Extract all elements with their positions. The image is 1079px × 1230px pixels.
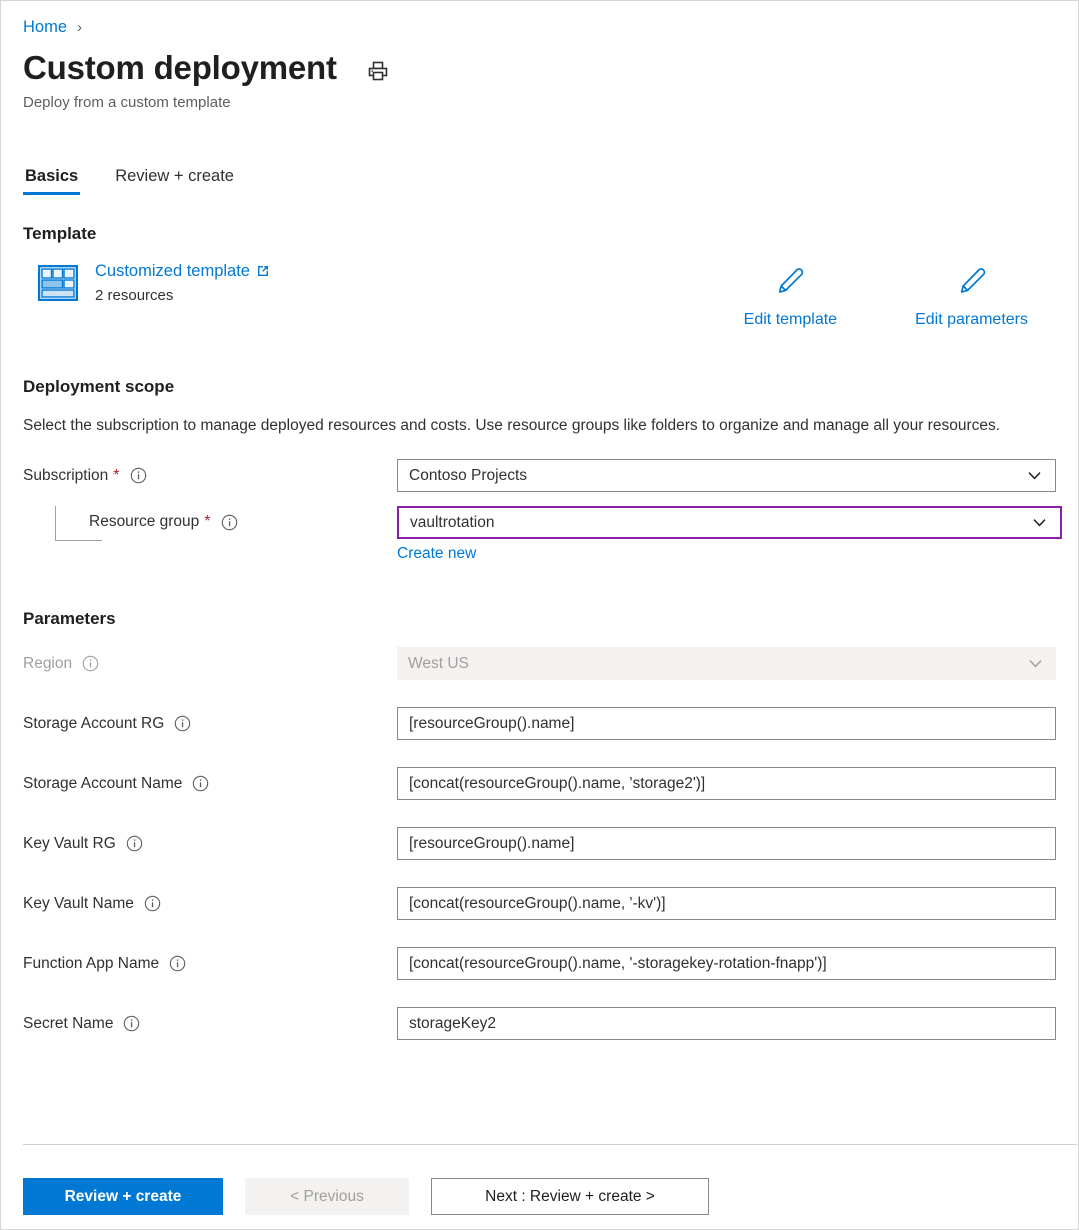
section-heading-parameters: Parameters: [23, 609, 1056, 629]
parameter-row-region: Region West US: [23, 647, 1056, 680]
storage-account-rg-input[interactable]: [resourceGroup().name]: [397, 707, 1056, 740]
secret-name-label-group: Secret Name: [23, 1015, 397, 1033]
info-icon[interactable]: [126, 835, 143, 852]
key-vault-name-label-group: Key Vault Name: [23, 895, 397, 913]
template-row: Customized template 2 resources: [23, 262, 1056, 329]
resource-group-value: vaultrotation: [410, 514, 494, 532]
subscription-row: Subscription * Contoso Projects: [23, 459, 1056, 492]
info-icon[interactable]: [192, 775, 209, 792]
template-edit-actions: Edit template Edit parameters: [744, 264, 1028, 329]
resource-group-label: Resource group: [89, 513, 199, 531]
chevron-down-icon: [1030, 513, 1049, 532]
secret-name-input[interactable]: storageKey2: [397, 1007, 1056, 1040]
storage-account-name-input[interactable]: [concat(resourceGroup().name, 'storage2'…: [397, 767, 1056, 800]
region-label: Region: [23, 655, 72, 673]
parameter-row-function-app-name: Function App Name [concat(resourceGroup(…: [23, 947, 1056, 980]
section-heading-template: Template: [23, 224, 1056, 244]
region-select: West US: [397, 647, 1056, 680]
function-app-name-value: [concat(resourceGroup().name, '-storagek…: [409, 955, 827, 973]
secret-name-value: storageKey2: [409, 1015, 496, 1033]
resource-group-label-group: Resource group *: [23, 513, 397, 531]
info-icon[interactable]: [82, 655, 99, 672]
template-grid-icon: [38, 265, 78, 301]
region-value: West US: [408, 655, 469, 673]
key-vault-rg-input[interactable]: [resourceGroup().name]: [397, 827, 1056, 860]
storage-account-name-label-group: Storage Account Name: [23, 775, 397, 793]
breadcrumb-home-link[interactable]: Home: [23, 19, 67, 36]
footer-actions: Review + create < Previous Next : Review…: [23, 1178, 709, 1215]
info-icon[interactable]: [144, 895, 161, 912]
tab-bar: Basics Review + create: [23, 159, 1056, 195]
storage-account-name-label: Storage Account Name: [23, 775, 182, 793]
footer-divider: [23, 1144, 1077, 1145]
deployment-scope-description: Select the subscription to manage deploy…: [23, 414, 1013, 438]
storage-account-rg-value: [resourceGroup().name]: [409, 715, 574, 733]
pencil-icon: [955, 264, 989, 303]
storage-account-rg-label-group: Storage Account RG: [23, 715, 397, 733]
resource-group-field-wrap: vaultrotation Create new: [397, 506, 1062, 563]
resource-group-select[interactable]: vaultrotation: [397, 506, 1062, 539]
custom-deployment-page: Home › Custom deployment Deploy from a c…: [0, 0, 1079, 1230]
chevron-down-icon: [1026, 654, 1045, 673]
parameter-row-secret-name: Secret Name storageKey2: [23, 1007, 1056, 1040]
edit-parameters-label: Edit parameters: [915, 311, 1028, 329]
storage-account-rg-label: Storage Account RG: [23, 715, 164, 733]
parameter-row-storage-account-rg: Storage Account RG [resourceGroup().name…: [23, 707, 1056, 740]
key-vault-name-label: Key Vault Name: [23, 895, 134, 913]
info-icon[interactable]: [221, 514, 238, 531]
create-new-resource-group-link[interactable]: Create new: [397, 545, 476, 563]
resource-group-row: Resource group * vaultrotation: [23, 506, 1056, 563]
template-resource-count: 2 resources: [95, 287, 270, 304]
info-icon[interactable]: [130, 467, 147, 484]
edit-parameters-button[interactable]: Edit parameters: [915, 264, 1028, 329]
key-vault-name-value: [concat(resourceGroup().name, '-kv')]: [409, 895, 666, 913]
tab-basics[interactable]: Basics: [23, 167, 80, 195]
key-vault-rg-label-group: Key Vault RG: [23, 835, 397, 853]
section-heading-deployment-scope: Deployment scope: [23, 377, 1056, 397]
storage-account-name-value: [concat(resourceGroup().name, 'storage2'…: [409, 775, 705, 793]
review-create-button[interactable]: Review + create: [23, 1178, 223, 1215]
chevron-down-icon: [1025, 466, 1044, 485]
required-asterisk: *: [204, 514, 210, 530]
parameter-row-key-vault-name: Key Vault Name [concat(resourceGroup().n…: [23, 887, 1056, 920]
previous-button: < Previous: [245, 1178, 409, 1215]
info-icon[interactable]: [174, 715, 191, 732]
next-review-create-button[interactable]: Next : Review + create >: [431, 1178, 709, 1215]
edit-template-button[interactable]: Edit template: [744, 264, 837, 329]
parameters-form: Region West US: [23, 647, 1056, 1040]
pencil-icon: [773, 264, 807, 303]
parameter-row-key-vault-rg: Key Vault RG [resourceGroup().name]: [23, 827, 1056, 860]
required-asterisk: *: [113, 468, 119, 484]
subscription-value: Contoso Projects: [409, 467, 527, 485]
info-icon[interactable]: [169, 955, 186, 972]
breadcrumb-separator-icon: ›: [77, 20, 82, 35]
key-vault-rg-value: [resourceGroup().name]: [409, 835, 574, 853]
template-info: Customized template 2 resources: [95, 262, 270, 304]
secret-name-label: Secret Name: [23, 1015, 113, 1033]
info-icon[interactable]: [123, 1015, 140, 1032]
subscription-label-group: Subscription *: [23, 467, 397, 485]
external-link-icon: [256, 264, 270, 278]
key-vault-rg-label: Key Vault RG: [23, 835, 116, 853]
function-app-name-input[interactable]: [concat(resourceGroup().name, '-storagek…: [397, 947, 1056, 980]
scope-form: Subscription * Contoso Projects: [23, 459, 1056, 563]
page-title: Custom deployment: [23, 51, 337, 86]
page-subtitle: Deploy from a custom template: [23, 94, 1056, 111]
print-icon[interactable]: [365, 58, 391, 84]
function-app-name-label: Function App Name: [23, 955, 159, 973]
function-app-name-label-group: Function App Name: [23, 955, 397, 973]
region-label-group: Region: [23, 655, 397, 673]
tab-review-create[interactable]: Review + create: [113, 167, 236, 195]
customized-template-link[interactable]: Customized template: [95, 262, 270, 280]
breadcrumb: Home ›: [23, 1, 1056, 39]
customized-template-label: Customized template: [95, 262, 250, 280]
subscription-label: Subscription: [23, 467, 108, 485]
subscription-select[interactable]: Contoso Projects: [397, 459, 1056, 492]
parameter-row-storage-account-name: Storage Account Name [concat(resourceGro…: [23, 767, 1056, 800]
key-vault-name-input[interactable]: [concat(resourceGroup().name, '-kv')]: [397, 887, 1056, 920]
edit-template-label: Edit template: [744, 311, 837, 329]
title-row: Custom deployment: [23, 51, 1056, 86]
